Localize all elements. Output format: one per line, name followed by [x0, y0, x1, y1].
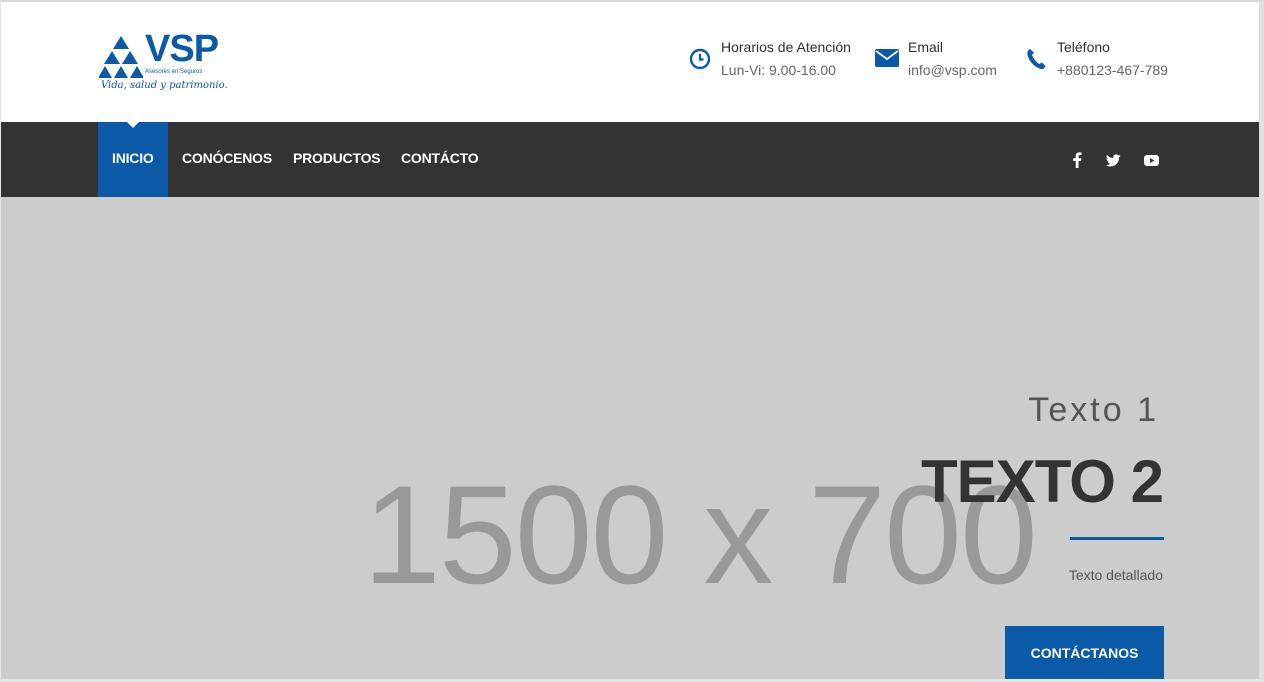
- hero-text-2: TEXTO 2: [921, 448, 1164, 515]
- site-header: VSP Asesores en Seguros Vida, salud y pa…: [1, 2, 1259, 122]
- phone-label: Teléfono: [1057, 39, 1110, 55]
- active-caret-icon: [125, 121, 140, 128]
- hours-info: Horarios de Atención Lun-Vi: 9.00-16.00: [685, 36, 851, 82]
- phone-icon: [1021, 48, 1051, 78]
- brand-subtitle: Asesores en Seguros: [145, 69, 203, 75]
- nav-item-conocenos[interactable]: CONÓCENOS: [182, 122, 272, 197]
- contact-us-button[interactable]: CONTÁCTANOS: [1005, 626, 1164, 679]
- facebook-icon[interactable]: [1067, 150, 1087, 170]
- nav-item-inicio[interactable]: INICIO: [98, 121, 168, 197]
- nav-item-productos[interactable]: PRODUCTOS: [293, 122, 381, 197]
- twitter-icon[interactable]: [1103, 150, 1123, 170]
- hero-slider: 1500 x 700 Texto 1 TEXTO 2 Texto detalla…: [1, 197, 1259, 679]
- phone-value[interactable]: +880123-467-789: [1057, 58, 1168, 82]
- hours-value: Lun-Vi: 9.00-16.00: [721, 62, 836, 78]
- email-label: Email: [908, 39, 944, 55]
- nav-item-contacto[interactable]: CONTÁCTO: [401, 122, 479, 197]
- hero-divider: [1070, 537, 1164, 540]
- clock-icon: [685, 48, 715, 78]
- email-value[interactable]: info@vsp.com: [908, 58, 997, 82]
- envelope-icon: [872, 48, 902, 78]
- hero-text-1: Texto 1: [1028, 391, 1159, 429]
- brand-tagline: Vida, salud y patrimonio.: [101, 80, 228, 91]
- email-info: Email info@vsp.com: [872, 36, 997, 82]
- hours-label: Horarios de Atención: [721, 39, 851, 55]
- brand-name: VSP: [145, 28, 219, 70]
- triangles-logo-icon: [99, 36, 143, 78]
- main-nav: INICIO CONÓCENOS PRODUCTOS CONTÁCTO: [1, 121, 1259, 197]
- nav-item-label: INICIO: [112, 150, 154, 166]
- hero-detail: Texto detallado: [1068, 567, 1163, 583]
- site-logo[interactable]: VSP Asesores en Seguros Vida, salud y pa…: [99, 28, 228, 102]
- phone-info: Teléfono +880123-467-789: [1021, 36, 1168, 82]
- youtube-icon[interactable]: [1141, 150, 1161, 170]
